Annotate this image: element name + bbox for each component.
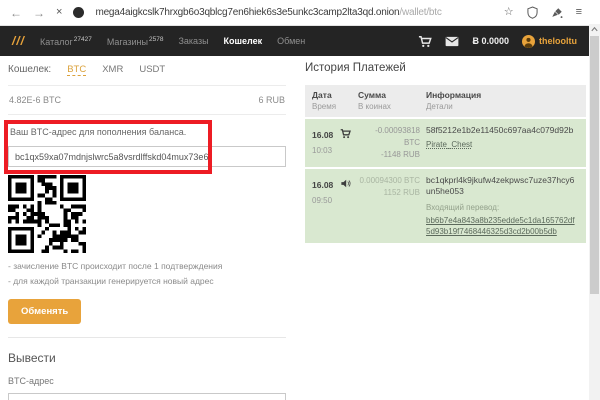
row-info: bc1qkprl4k9jkufw4zekpwsc7uze37hcy6un5he0… bbox=[426, 175, 579, 237]
row-date: 16.08 09:50 bbox=[312, 175, 340, 237]
bitcoin-icon: Ƀ bbox=[472, 36, 479, 46]
scrollbar-thumb[interactable] bbox=[590, 36, 599, 294]
page-scrollbar[interactable] bbox=[589, 24, 600, 400]
wallet-title: Кошелек: bbox=[8, 64, 51, 75]
nav-item-shops[interactable]: Магазины2578 bbox=[107, 36, 164, 47]
history-row-purchase[interactable]: 16.08 10:03 -0.00093818 BTC -1148 RUB 58… bbox=[305, 119, 586, 167]
transaction-hash-link[interactable]: bb6b7e4a843a8b235edde5c1da165762df5d93b1… bbox=[426, 215, 579, 237]
tab-usdt[interactable]: USDT bbox=[139, 64, 165, 75]
menu-icon[interactable]: ≡ bbox=[576, 7, 582, 18]
header-date: Дата Время bbox=[312, 90, 358, 111]
cleaner-broom-icon[interactable] bbox=[551, 7, 563, 19]
wallet-panel: Кошелек: BTC XMR USDT 4.82E-6 BTC 6 RUB … bbox=[8, 60, 286, 400]
deposit-section: Ваш BTC-адрес для пополнения баланса. - … bbox=[8, 127, 286, 324]
messages-envelope-icon[interactable] bbox=[445, 36, 459, 47]
btc-balance[interactable]: Ƀ 0.0000 bbox=[472, 36, 509, 46]
browser-actions: ☆ ≡ bbox=[504, 6, 590, 19]
withdraw-title: Вывести bbox=[8, 351, 286, 365]
scroll-up-icon[interactable] bbox=[590, 25, 599, 34]
note-confirmations: - зачисление BTC происходит после 1 подт… bbox=[8, 259, 286, 274]
avatar bbox=[522, 35, 535, 48]
nav-item-catalog[interactable]: Каталог27427 bbox=[40, 36, 92, 47]
navbar-right: Ƀ 0.0000 thelooltu bbox=[418, 35, 577, 48]
history-header-row: Дата Время Сумма В коинах Информация Дет… bbox=[305, 85, 586, 117]
row-date: 16.08 10:03 bbox=[312, 125, 340, 161]
deposit-qr-code bbox=[8, 175, 86, 253]
stop-icon[interactable]: × bbox=[56, 7, 62, 18]
site-favicon-icon bbox=[73, 7, 84, 18]
catalog-count-badge: 27427 bbox=[74, 36, 92, 43]
exchange-button[interactable]: Обменять bbox=[8, 299, 81, 324]
page: ← → × mega4aigkcslk7hrxgb6o3qblcg7en6hie… bbox=[0, 0, 600, 400]
withdraw-address-label: BTC-адрес bbox=[8, 376, 286, 386]
header-info: Информация Детали bbox=[426, 90, 579, 111]
deposit-address: bc1qkprl4k9jkufw4zekpwsc7uze37hcy6un5he0… bbox=[426, 175, 579, 197]
history-title: История Платежей bbox=[305, 62, 586, 74]
section-divider bbox=[8, 337, 286, 338]
deposit-notes: - зачисление BTC происходит после 1 подт… bbox=[8, 259, 286, 289]
address-bar[interactable]: mega4aigkcslk7hrxgb6o3qblcg7en6hiek6s3e5… bbox=[95, 7, 441, 18]
header-amount: Сумма В коинах bbox=[358, 90, 426, 111]
order-hash: 58f5212e1b2e11450c697aa4c079d92b bbox=[426, 125, 579, 136]
row-info: 58f5212e1b2e11450c697aa4c079d92b Pirate_… bbox=[426, 125, 579, 161]
bookmark-star-icon[interactable]: ☆ bbox=[504, 7, 514, 18]
payment-history-panel: История Платежей Дата Время Сумма В коин… bbox=[305, 62, 586, 243]
balance-rub: 6 RUB bbox=[258, 95, 285, 105]
transfer-label: Входящий перевод: bbox=[426, 202, 579, 213]
history-row-deposit[interactable]: 16.08 09:50 0.00094300 BTC 1152 RUB bc1q… bbox=[305, 169, 586, 243]
deposit-address-label: Ваш BTC-адрес для пополнения баланса. bbox=[10, 127, 286, 137]
tab-xmr[interactable]: XMR bbox=[102, 64, 123, 75]
url-path: /wallet/btc bbox=[399, 7, 441, 18]
row-amount: -0.00093818 BTC -1148 RUB bbox=[358, 125, 426, 161]
market-logo[interactable]: /// bbox=[12, 34, 25, 48]
nav-item-exchange[interactable]: Обмен bbox=[277, 36, 305, 46]
balance-btc: 4.82E-6 BTC bbox=[9, 95, 61, 105]
forward-icon[interactable]: → bbox=[33, 7, 45, 19]
announce-speaker-icon bbox=[340, 175, 358, 237]
shield-icon[interactable] bbox=[527, 6, 538, 19]
nav-item-orders[interactable]: Заказы bbox=[178, 36, 208, 46]
shops-count-badge: 2578 bbox=[149, 36, 163, 43]
cart-icon[interactable] bbox=[418, 35, 432, 48]
url-domain: mega4aigkcslk7hrxgb6o3qblcg7en6hiek6s3e5… bbox=[95, 7, 399, 18]
withdraw-address-input[interactable] bbox=[8, 393, 286, 400]
wallet-tabs: Кошелек: BTC XMR USDT bbox=[8, 60, 286, 86]
purchase-cart-icon bbox=[340, 125, 358, 161]
nav-item-wallet[interactable]: Кошелек bbox=[224, 36, 263, 46]
user-menu[interactable]: thelooltu bbox=[522, 35, 577, 48]
browser-toolbar: ← → × mega4aigkcslk7hrxgb6o3qblcg7en6hie… bbox=[0, 0, 600, 26]
username: thelooltu bbox=[539, 36, 577, 46]
deposit-address-input[interactable] bbox=[8, 146, 286, 167]
market-navbar: /// Каталог27427 Магазины2578 Заказы Кош… bbox=[0, 26, 589, 56]
note-new-address: - для каждой транзакции генерируется нов… bbox=[8, 274, 286, 289]
shop-link[interactable]: Pirate_Chest bbox=[426, 139, 472, 150]
balance-row: 4.82E-6 BTC 6 RUB bbox=[8, 86, 286, 115]
row-amount: 0.00094300 BTC 1152 RUB bbox=[358, 175, 426, 237]
tab-btc[interactable]: BTC bbox=[67, 64, 86, 76]
back-icon[interactable]: ← bbox=[10, 7, 22, 19]
